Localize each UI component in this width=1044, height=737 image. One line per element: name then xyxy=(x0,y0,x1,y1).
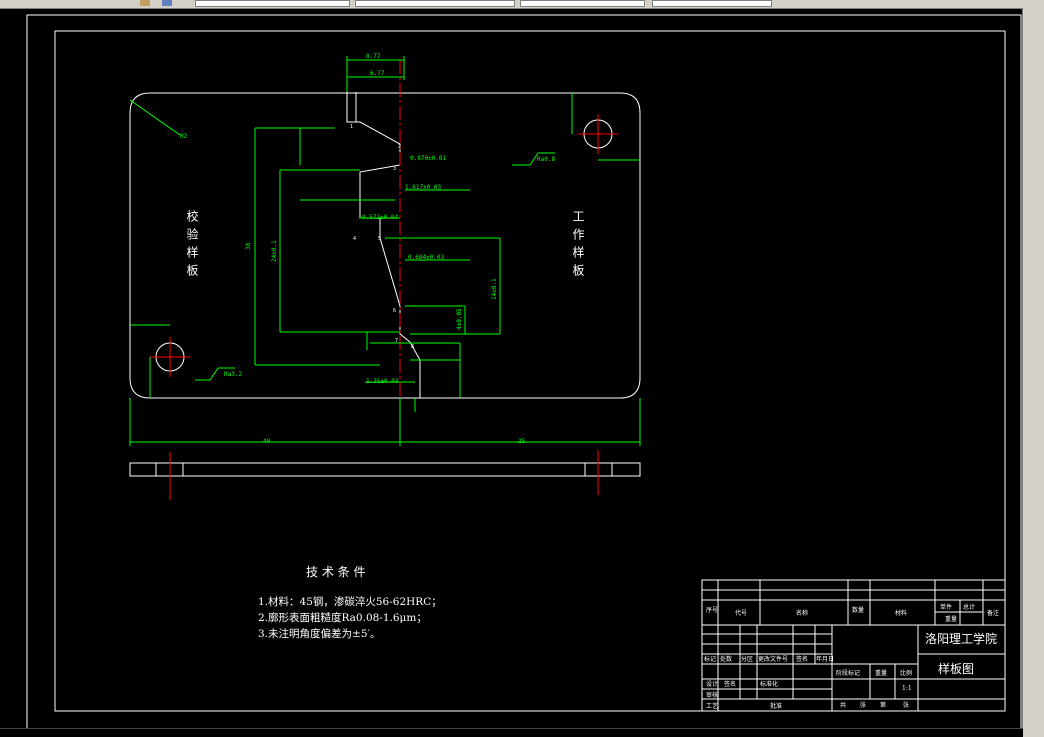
rev-file: 更改文件号 xyxy=(758,655,788,663)
point-label: 6 xyxy=(393,308,396,314)
point-label: 4 xyxy=(353,236,356,242)
review-label: 审核 xyxy=(706,691,718,699)
design-standard: 标准化 xyxy=(760,680,778,688)
approve-label: 批准 xyxy=(770,702,782,710)
rev-mark: 标记 xyxy=(704,655,716,663)
rev-count: 处数 xyxy=(720,655,732,663)
design-sign: 签名 xyxy=(724,680,736,688)
header-total: 总计 xyxy=(963,603,975,611)
rev-date: 年月日 xyxy=(816,655,834,663)
dim-height: 38 xyxy=(245,242,252,250)
header-seq: 序号 xyxy=(706,606,718,614)
sheet-no-b: 张 xyxy=(903,701,909,709)
sheet-no-a: 第 xyxy=(880,701,886,709)
point-label: 5 xyxy=(378,236,381,242)
header-qty: 数量 xyxy=(852,606,864,614)
dim-val-1: 0.870±0.01 xyxy=(410,155,447,162)
vertical-scrollbar[interactable] xyxy=(1022,8,1044,737)
point-label: 8 xyxy=(411,344,414,350)
dim-top-inner: 6.77 xyxy=(370,70,385,77)
tech-line-2: 2.廓形表面粗糙度Ra0.08-1.6μm； xyxy=(258,611,427,624)
point-label: 2 xyxy=(398,144,401,150)
status-bar xyxy=(0,728,1023,737)
header-unit: 单件 xyxy=(940,603,952,611)
dim-val-2: 1.617±0.03 xyxy=(405,184,442,191)
template-profile xyxy=(346,92,421,398)
dimension-lines xyxy=(129,56,641,446)
sheet-total-b: 张 xyxy=(860,701,866,709)
dim-right-height: 14±0.1 xyxy=(491,278,498,300)
sheet-border-outer xyxy=(26,14,1022,731)
weight-label: 重量 xyxy=(945,615,957,623)
dim-width-right: 25 xyxy=(518,438,526,445)
rev-zone: 分区 xyxy=(741,655,753,663)
dim-inner-height: 24±0.1 xyxy=(271,240,278,262)
roughness-right: Ra0.8 xyxy=(537,156,555,163)
tech-line-3: 3.未注明角度偏差为±5′。 xyxy=(258,627,380,640)
header-name: 名称 xyxy=(796,609,808,617)
process-label: 工艺 xyxy=(706,702,718,710)
point-label: 3 xyxy=(393,166,396,172)
dim-top-outer: 8.77 xyxy=(366,53,381,60)
dim-val-3: 0.572±0.04 xyxy=(362,214,399,221)
point-label: 1 xyxy=(350,124,353,130)
scale-value: 1:1 xyxy=(902,685,912,692)
header-material: 材料 xyxy=(895,609,907,617)
header-code: 代号 xyxy=(735,609,747,617)
design-label: 设计 xyxy=(706,680,718,688)
point-label: 7 xyxy=(395,338,398,344)
tech-title: 技 术 条 件 xyxy=(306,565,365,579)
plate-outline xyxy=(129,92,641,399)
school-name: 洛阳理工学院 xyxy=(925,631,997,646)
left-plate-label: 校验样板 xyxy=(185,209,199,282)
drawing-canvas[interactable]: 8.77 6.77 40 25 0.870±0.01 1.617±0.03 0.… xyxy=(0,0,1023,737)
stage-scale: 比例 xyxy=(900,669,912,677)
roughness-left: Ra3.2 xyxy=(224,371,242,378)
right-plate-label: 工作样板 xyxy=(571,210,585,282)
tech-line-1: 1.材料：45钢，渗碳淬火56-62HRC； xyxy=(258,595,442,608)
dim-val-5: 1.35±0.03 xyxy=(366,378,399,385)
drawing-name: 样板图 xyxy=(938,661,974,676)
stage-label: 阶段标记 xyxy=(836,669,860,677)
dim-radius: R2 xyxy=(180,133,188,140)
stage-weight: 重量 xyxy=(875,669,887,677)
side-view xyxy=(129,462,641,477)
sheet-total-a: 共 xyxy=(840,701,846,709)
dim-width-left: 40 xyxy=(263,438,271,445)
header-remark: 备注 xyxy=(987,609,999,617)
dim-small: 4±0.05 xyxy=(456,308,463,330)
rev-sign: 签名 xyxy=(796,655,808,663)
dim-val-4: 0.684±0.03 xyxy=(408,254,445,261)
